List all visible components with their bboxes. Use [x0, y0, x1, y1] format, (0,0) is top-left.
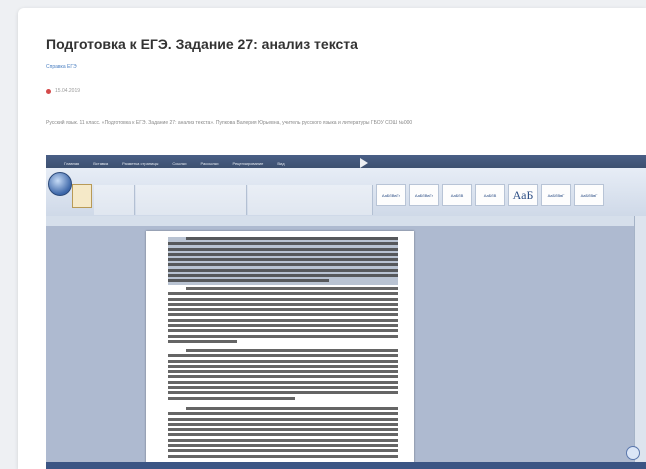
ribbon-tabs: Главная Вставка Разметка страницы Ссылки… — [64, 161, 285, 166]
font-group — [136, 185, 247, 215]
video-screenshot[interactable]: Главная Вставка Разметка страницы Ссылки… — [46, 155, 646, 469]
category-link[interactable]: Справка ЕГЭ — [46, 64, 77, 70]
ribbon-tab: Рецензирование — [232, 161, 264, 166]
office-button-icon — [48, 172, 72, 196]
ribbon-tab: Вид — [277, 161, 285, 166]
style-sample: АаБбВвГ — [541, 184, 571, 206]
style-sample: АаБбВ — [475, 184, 505, 206]
paragraph-group — [248, 185, 373, 215]
style-sample: АаБбВвГ — [574, 184, 604, 206]
style-sample: АаБбВвГг — [376, 184, 406, 206]
article-card: Подготовка к ЕГЭ. Задание 27: анализ тек… — [18, 8, 646, 469]
ribbon-tab: Рассылки — [200, 161, 219, 166]
clipboard-group — [94, 185, 135, 215]
text-paragraph — [168, 237, 398, 285]
ribbon-tab: Главная — [64, 161, 80, 166]
style-sample: АаБбВвГг — [409, 184, 439, 206]
ribbon-tab: Вставка — [93, 161, 109, 166]
document-page — [146, 231, 414, 469]
paste-icon — [72, 184, 92, 208]
vertical-scrollbar — [634, 216, 646, 462]
style-sample: АаБ — [508, 184, 538, 206]
ribbon-tab: Разметка страницы — [122, 161, 159, 166]
text-paragraph — [168, 287, 398, 345]
article-description: Русский язык. 11 класс. «Подготовка к ЕГ… — [46, 120, 413, 126]
text-paragraph — [168, 349, 398, 402]
play-icon — [360, 158, 368, 168]
page-title: Подготовка к ЕГЭ. Задание 27: анализ тек… — [46, 36, 358, 52]
styles-gallery: АаБбВвГг АаБбВвГг АаБбВ АаБбВ АаБ АаБбВв… — [376, 184, 604, 206]
word-ribbon: АаБбВвГг АаБбВвГг АаБбВ АаБбВ АаБ АаБбВв… — [46, 168, 646, 217]
ribbon-tab: Ссылки — [172, 161, 187, 166]
calendar-icon — [46, 88, 51, 94]
article-meta: 15.04.2019 — [46, 88, 80, 94]
zoom-icon — [626, 446, 640, 460]
style-sample: АаБбВ — [442, 184, 472, 206]
publish-date: 15.04.2019 — [55, 88, 81, 94]
word-titlebar: Главная Вставка Разметка страницы Ссылки… — [46, 155, 646, 168]
text-paragraph — [168, 407, 398, 460]
status-bar — [46, 462, 646, 469]
